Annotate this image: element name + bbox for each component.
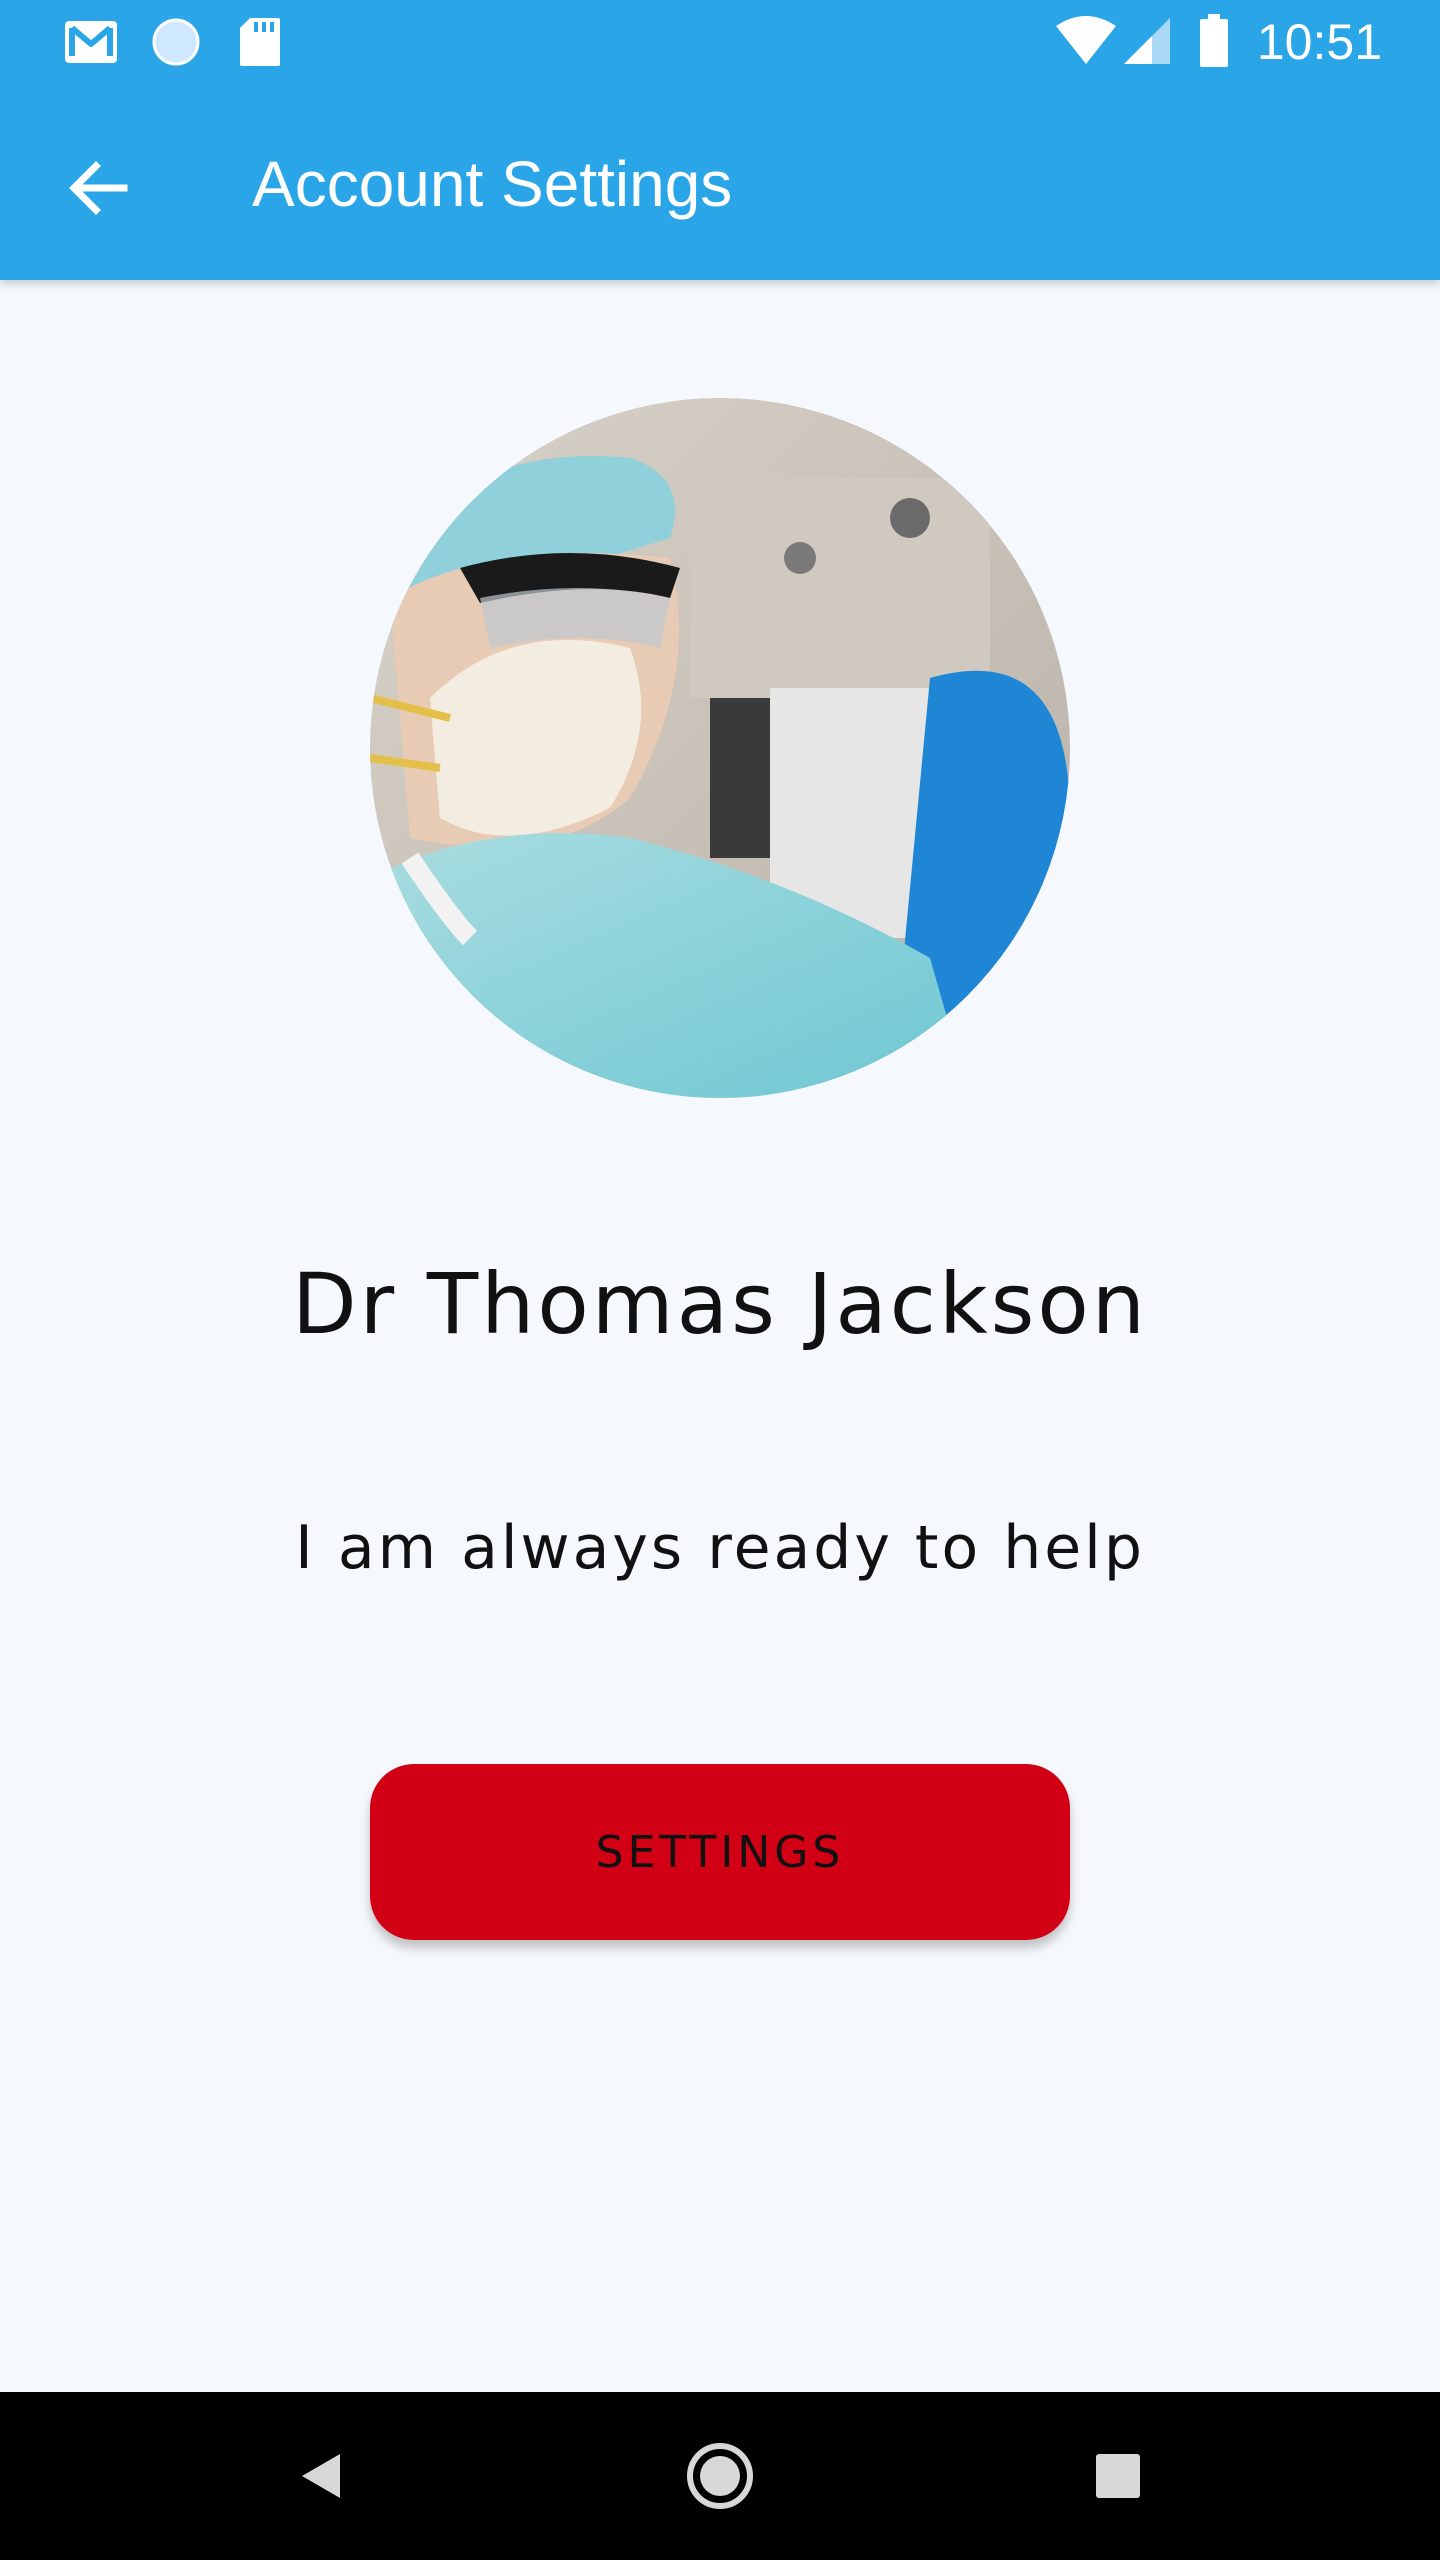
nav-home-button[interactable] bbox=[670, 2426, 770, 2526]
nav-back-button[interactable] bbox=[272, 2426, 372, 2526]
doctor-photo bbox=[370, 398, 1070, 1098]
status-bar: 10:51 bbox=[0, 0, 1440, 84]
wifi-icon bbox=[1056, 16, 1116, 64]
account-settings-screen: 10:51 Account Settings Dr Thomas Jackson… bbox=[0, 0, 1440, 2560]
back-button[interactable] bbox=[50, 140, 146, 236]
app-bar: Account Settings bbox=[0, 84, 1440, 280]
gmail-icon bbox=[65, 21, 117, 63]
back-triangle-icon bbox=[302, 2454, 340, 2498]
sd-card-icon bbox=[240, 18, 280, 66]
profile-status-text: I am always ready to help bbox=[295, 1513, 1145, 1583]
battery-icon bbox=[1200, 14, 1228, 67]
home-circle-icon bbox=[687, 2443, 753, 2509]
nav-recents-button[interactable] bbox=[1068, 2426, 1168, 2526]
profile-avatar[interactable] bbox=[370, 398, 1070, 1098]
navigation-bar bbox=[0, 2392, 1440, 2560]
circle-notification-icon bbox=[152, 18, 200, 66]
signal-icon bbox=[1124, 18, 1170, 64]
profile-name: Dr Thomas Jackson bbox=[291, 1255, 1149, 1353]
page-title: Account Settings bbox=[252, 148, 733, 220]
status-time: 10:51 bbox=[1256, 14, 1382, 70]
settings-button[interactable]: SETTINGS bbox=[370, 1764, 1070, 1940]
recents-square-icon bbox=[1096, 2454, 1140, 2498]
arrow-back-icon bbox=[69, 161, 128, 215]
